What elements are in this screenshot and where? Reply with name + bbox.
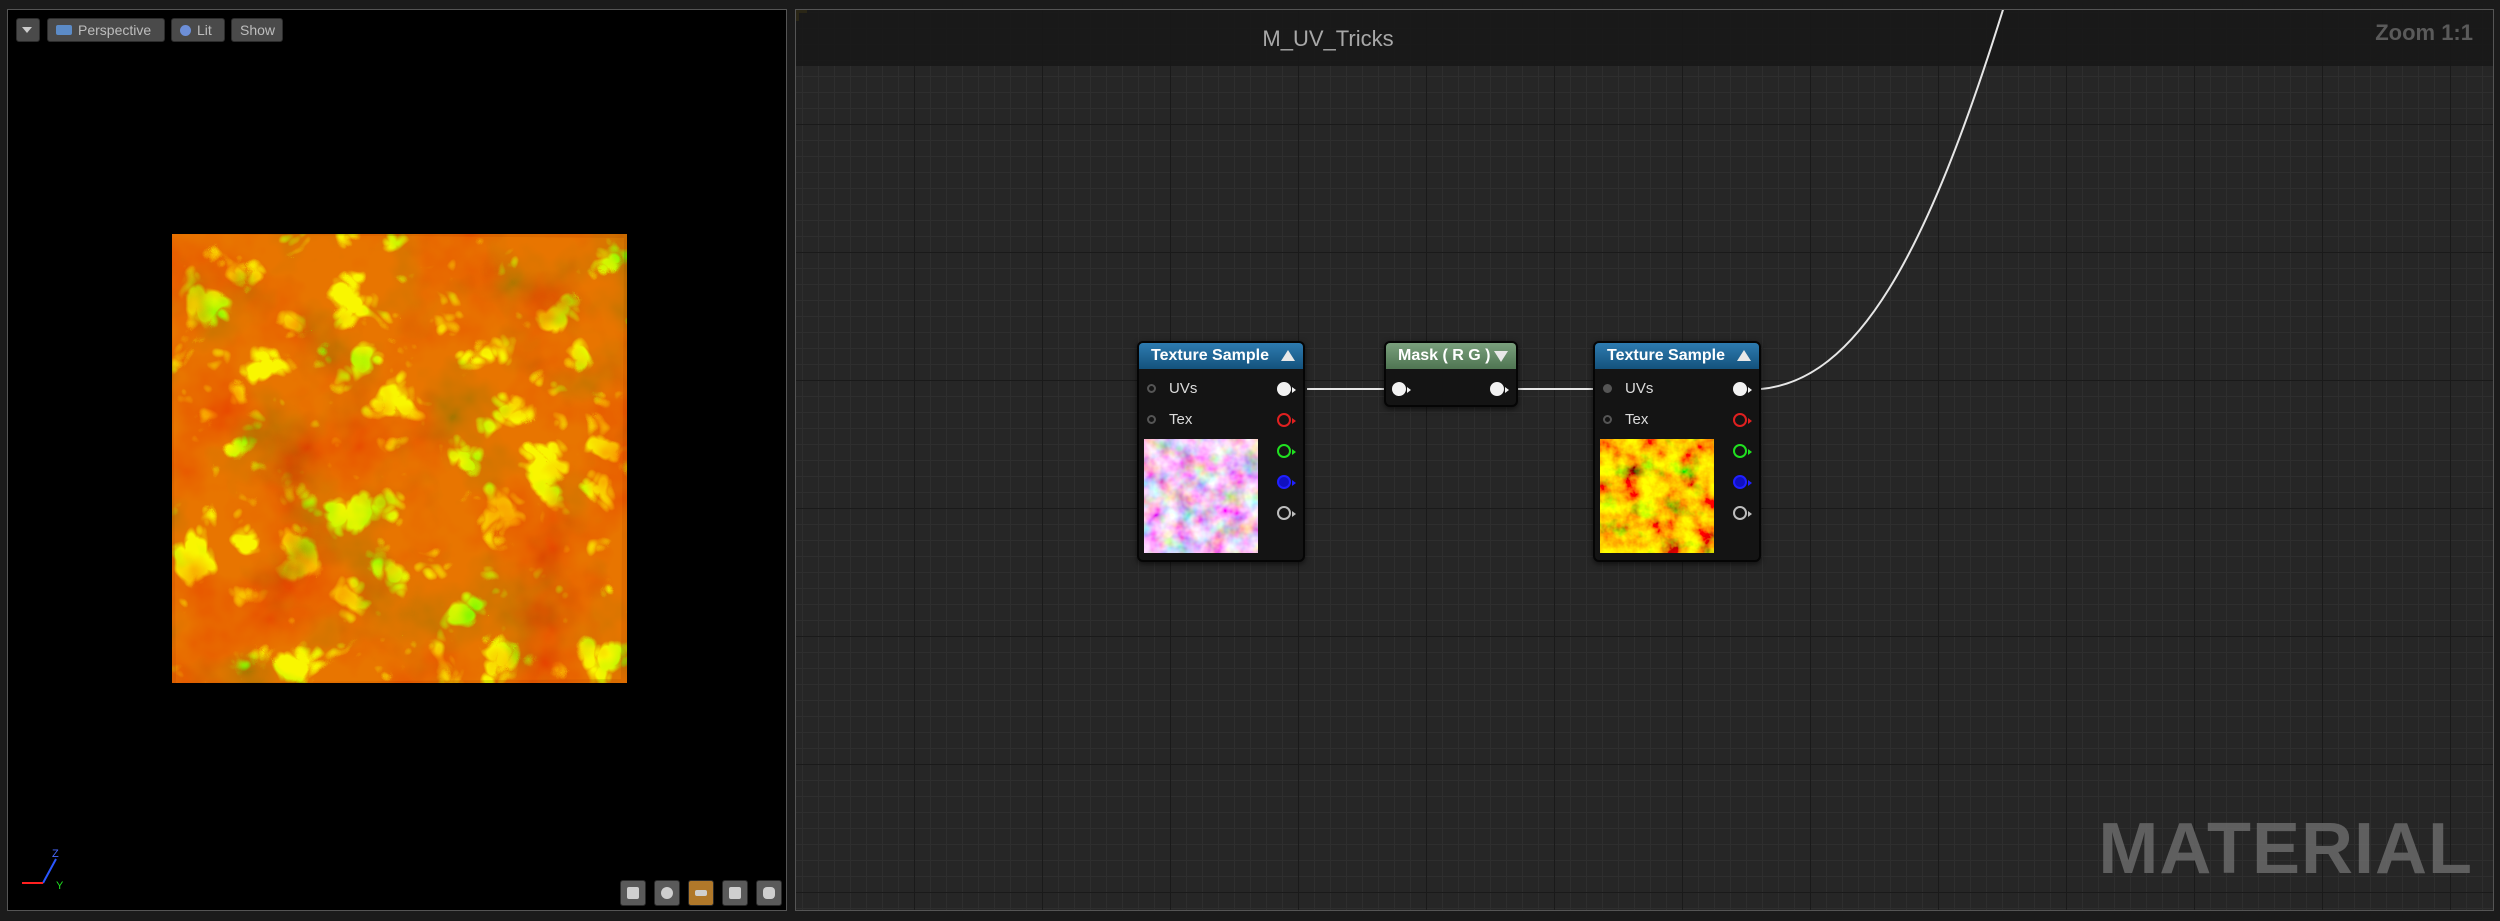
- preview-cube-button[interactable]: [722, 880, 748, 906]
- teapot-icon: [763, 887, 775, 899]
- g-output-pin[interactable]: [1733, 444, 1752, 458]
- texture-sample-node-1[interactable]: Texture Sample UVs Tex: [1137, 341, 1305, 562]
- wire-to-output: [1760, 10, 2004, 390]
- axis-y-label: Y: [56, 880, 64, 892]
- mask-rg-node[interactable]: Mask ( R G ): [1384, 341, 1518, 407]
- preview-cylinder-button[interactable]: [620, 880, 646, 906]
- perspective-button[interactable]: Perspective: [47, 18, 165, 42]
- rgb-output-pin[interactable]: [1733, 382, 1752, 396]
- texture-sample-node-2[interactable]: Texture Sample UVs Tex: [1593, 341, 1761, 562]
- expand-icon[interactable]: [1494, 351, 1508, 362]
- node-title: Texture Sample: [1151, 347, 1269, 364]
- a-output-pin[interactable]: [1277, 506, 1296, 520]
- tex-input-pin[interactable]: [1147, 415, 1156, 424]
- show-label: Show: [240, 22, 276, 38]
- viewport-menu-button[interactable]: [16, 18, 40, 42]
- uvs-label: UVs: [1625, 380, 1654, 397]
- axis-z-label: Z: [52, 848, 59, 860]
- chevron-down-icon: [22, 27, 32, 33]
- uvs-input-pin[interactable]: [1603, 384, 1612, 393]
- sphere-icon: [180, 24, 191, 36]
- r-output-pin[interactable]: [1277, 413, 1296, 427]
- b-output-pin[interactable]: [1277, 475, 1296, 489]
- uvs-label: UVs: [1169, 380, 1198, 397]
- preview-teapot-button[interactable]: [756, 880, 782, 906]
- node-header[interactable]: Texture Sample: [1595, 343, 1759, 369]
- tex-label: Tex: [1169, 411, 1193, 428]
- material-watermark: MATERIAL: [2098, 809, 2473, 889]
- b-output-pin[interactable]: [1733, 475, 1752, 489]
- r-output-pin[interactable]: [1733, 413, 1752, 427]
- preview-plane-button[interactable]: [688, 880, 714, 906]
- node-title: Texture Sample: [1607, 347, 1725, 364]
- cube-icon: [729, 887, 741, 899]
- texture-thumbnail-warped: [1600, 439, 1714, 553]
- preview-viewport[interactable]: Perspective Lit Show Z Y: [7, 9, 787, 911]
- mask-output-pin[interactable]: [1490, 382, 1509, 396]
- uvs-input-pin[interactable]: [1147, 384, 1156, 393]
- material-graph-canvas[interactable]: M_UV_Tricks Zoom 1:1 Texture Sample UVs …: [795, 9, 2494, 911]
- a-output-pin[interactable]: [1733, 506, 1752, 520]
- sphere-icon: [661, 887, 673, 899]
- g-output-pin[interactable]: [1277, 444, 1296, 458]
- camera-icon: [56, 25, 72, 35]
- node-header[interactable]: Mask ( R G ): [1386, 343, 1516, 369]
- preview-sphere-button[interactable]: [654, 880, 680, 906]
- collapse-icon[interactable]: [1737, 350, 1751, 361]
- lit-button[interactable]: Lit: [171, 18, 225, 42]
- mask-input-pin[interactable]: [1392, 382, 1411, 396]
- node-header[interactable]: Texture Sample: [1139, 343, 1303, 369]
- cylinder-icon: [627, 887, 639, 899]
- lit-label: Lit: [197, 22, 212, 38]
- rgb-output-pin[interactable]: [1277, 382, 1296, 396]
- collapse-icon[interactable]: [1281, 350, 1295, 361]
- plane-icon: [695, 890, 707, 896]
- texture-thumbnail-noise: [1144, 439, 1258, 553]
- material-preview-plane: [172, 234, 627, 683]
- axis-gizmo: Z Y: [22, 848, 64, 892]
- perspective-label: Perspective: [78, 22, 152, 38]
- tex-input-pin[interactable]: [1603, 415, 1612, 424]
- node-title: Mask ( R G ): [1398, 347, 1491, 364]
- tex-label: Tex: [1625, 411, 1649, 428]
- show-button[interactable]: Show: [231, 18, 283, 42]
